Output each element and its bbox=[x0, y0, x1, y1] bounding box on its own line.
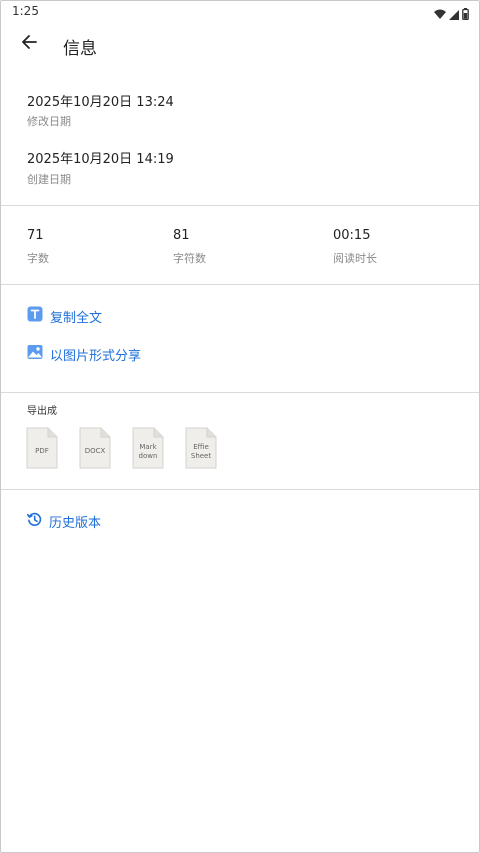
export-format-label: DOCX bbox=[84, 447, 106, 455]
history-icon bbox=[26, 512, 42, 531]
export-effie-sheet-button[interactable]: Effie Sheet bbox=[185, 427, 217, 469]
export-format-label: Sheet bbox=[190, 452, 212, 460]
stat-value: 81 bbox=[173, 228, 190, 243]
app-bar: 信息 bbox=[1, 21, 479, 67]
arrow-left-icon bbox=[21, 34, 37, 54]
history-versions-button[interactable]: 历史版本 bbox=[26, 512, 102, 531]
export-format-label: Mark bbox=[139, 443, 157, 451]
copy-all-label: 复制全文 bbox=[50, 310, 103, 326]
stat-label: 字符数 bbox=[173, 252, 206, 265]
export-pdf-button[interactable]: PDF bbox=[26, 427, 58, 469]
divider bbox=[1, 284, 479, 285]
stat-word-count: 71 字数 bbox=[27, 228, 49, 266]
share-as-image-label: 以图片形式分享 bbox=[50, 348, 142, 364]
stat-reading-time: 00:15 阅读时长 bbox=[333, 228, 377, 266]
image-icon bbox=[27, 344, 43, 364]
export-format-label: down bbox=[138, 452, 158, 460]
export-section-title: 导出成 bbox=[27, 406, 57, 417]
history-versions-label: 历史版本 bbox=[49, 516, 102, 531]
modified-date-label: 修改日期 bbox=[27, 115, 71, 128]
app-window: 1:25 信息 2025年10月20日 13:24 修改日期 2025年10月2… bbox=[0, 0, 480, 853]
share-as-image-button[interactable]: 以图片形式分享 bbox=[27, 344, 141, 364]
export-docx-button[interactable]: DOCX bbox=[79, 427, 111, 469]
divider bbox=[1, 392, 479, 393]
export-markdown-button[interactable]: Mark down bbox=[132, 427, 164, 469]
stat-value: 00:15 bbox=[333, 228, 371, 243]
export-format-label: Effie bbox=[193, 443, 209, 451]
modified-date-value: 2025年10月20日 13:24 bbox=[27, 95, 174, 110]
stat-value: 71 bbox=[27, 228, 44, 243]
back-button[interactable] bbox=[17, 32, 41, 56]
divider bbox=[1, 489, 479, 490]
stat-label: 字数 bbox=[27, 252, 49, 265]
status-bar: 1:25 bbox=[1, 1, 479, 21]
stat-char-count: 81 字符数 bbox=[173, 228, 206, 266]
status-time: 1:25 bbox=[12, 4, 39, 18]
created-date-value: 2025年10月20日 14:19 bbox=[27, 152, 174, 167]
text-copy-icon bbox=[27, 306, 43, 326]
copy-all-button[interactable]: 复制全文 bbox=[27, 306, 102, 326]
export-format-label: PDF bbox=[35, 447, 49, 455]
created-date-label: 创建日期 bbox=[27, 173, 71, 186]
stat-label: 阅读时长 bbox=[333, 252, 377, 265]
page-title: 信息 bbox=[63, 39, 97, 59]
divider bbox=[1, 205, 479, 206]
